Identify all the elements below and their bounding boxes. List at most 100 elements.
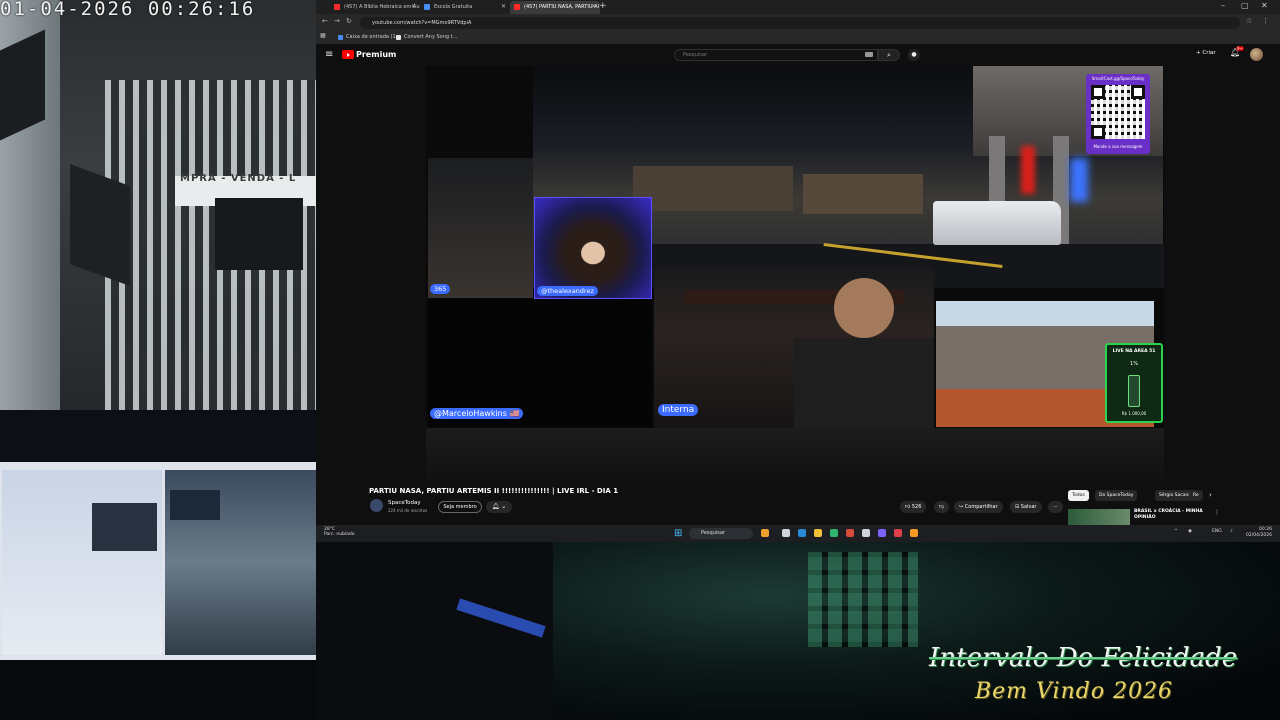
site-favicon-icon xyxy=(424,4,430,10)
taskbar-app-icon[interactable] xyxy=(782,529,790,537)
weather-widget[interactable]: 28°C Parc. nublado xyxy=(324,527,355,537)
language-indicator[interactable]: ENG xyxy=(1212,529,1222,534)
subscription-bell-button[interactable]: 🔔︎ ⌄ xyxy=(486,501,512,513)
qr-caption: Mande a sua mensagem xyxy=(1093,144,1143,149)
video-title: PARTIU NASA, PARTIU ARTEMIS II !!!!!!!!!… xyxy=(369,487,619,495)
apps-icon[interactable]: ▦ xyxy=(320,32,326,39)
browser-tab[interactable]: Escola Gratuita ✕ xyxy=(420,1,510,14)
taskbar-app-icon[interactable] xyxy=(894,529,902,537)
channel-name[interactable]: SpaceToday xyxy=(388,500,421,506)
qr-corner xyxy=(1131,85,1145,99)
tab-title: (457) PARTIU NASA, PARTIU AI xyxy=(524,4,599,10)
browser-window: (457) A Bíblia Hebraica em Áu ✕ Escola G… xyxy=(316,0,1280,525)
filter-chip[interactable]: Do SpaceToday xyxy=(1095,490,1138,501)
dislike-button[interactable]: 👎︎ xyxy=(934,501,950,513)
join-button[interactable]: Seja membro xyxy=(438,501,482,513)
qr-title: SmartCast.gg/SpaceToday xyxy=(1091,76,1145,81)
weather-desc: Parc. nublado xyxy=(324,532,355,537)
tray-chevron-icon[interactable]: ^ xyxy=(1174,529,1178,534)
avatar[interactable] xyxy=(1250,48,1263,61)
channel-avatar[interactable] xyxy=(370,499,383,512)
close-window-icon[interactable]: ✕ xyxy=(1261,1,1268,10)
forward-icon[interactable]: → xyxy=(334,17,340,25)
more-icon: ⋯ xyxy=(1053,504,1058,510)
taskbar-app-icon[interactable] xyxy=(761,529,769,537)
taskbar-app-icon[interactable] xyxy=(878,529,886,537)
mail-icon xyxy=(338,35,343,40)
subscriber-count: 224 mil de inscritos xyxy=(388,508,428,513)
bookmark-item[interactable]: Caixa de entrada (1... xyxy=(338,34,400,40)
minimize-icon[interactable]: – xyxy=(1221,1,1225,10)
keyboard-icon[interactable] xyxy=(865,52,873,57)
save-label: Salvar xyxy=(1020,504,1037,510)
taskbar-clock[interactable]: 00:26 02/04/2026 xyxy=(1246,527,1272,539)
voice-search-button[interactable]: ● xyxy=(908,49,920,61)
taskbar-app-icon[interactable] xyxy=(798,529,806,537)
hamburger-menu-icon[interactable]: ≡ xyxy=(325,49,333,60)
taskbar: 28°C Parc. nublado ⊞ Pesquisar ^ ◉ ENG ♪… xyxy=(316,525,1280,542)
browser-tab-active[interactable]: (457) PARTIU NASA, PARTIU AI ✕ xyxy=(510,1,600,14)
bookmark-star-icon[interactable]: ☆ xyxy=(1246,17,1252,25)
webcam-label: @MarceloHawkins 🇺🇸 xyxy=(430,408,524,419)
search-button[interactable]: ⌕ xyxy=(878,49,900,61)
person-head xyxy=(834,278,894,338)
close-tab-icon[interactable]: ✕ xyxy=(501,3,506,10)
bookmark-label: Caixa de entrada (1... xyxy=(346,34,401,40)
network-icon[interactable]: ◉ xyxy=(1188,529,1192,534)
camera-ac-unit xyxy=(215,198,303,270)
maximize-icon[interactable]: ▢ xyxy=(1241,1,1249,10)
related-video-title[interactable]: BRASIL x CROÁCIA - MINHA OPINIÃO xyxy=(1134,509,1214,521)
back-icon[interactable]: ← xyxy=(322,17,328,25)
video-info: PARTIU NASA, PARTIU ARTEMIS II !!!!!!!!!… xyxy=(316,481,1280,525)
close-tab-icon[interactable]: ✕ xyxy=(411,3,416,10)
folder-icon[interactable] xyxy=(814,529,822,537)
menu-dots-icon[interactable]: ⋮ xyxy=(1262,17,1269,25)
save-button[interactable]: ⊟ Salvar xyxy=(1010,501,1042,513)
bookmark-item[interactable]: Convert Any Song t... xyxy=(396,34,457,40)
more-actions-button[interactable]: ⋯ xyxy=(1048,501,1063,513)
webcam-alexandrez: @thealexandrez xyxy=(534,197,652,299)
close-tab-icon[interactable]: ✕ xyxy=(591,3,596,10)
search-input[interactable]: Pesquisar xyxy=(674,49,878,61)
like-button[interactable]: 👍︎ 526 xyxy=(900,501,927,513)
url-input[interactable]: youtube.com/watch?v=MGmo9RTVdpiA xyxy=(360,17,1240,29)
monitor-glow xyxy=(456,598,546,638)
volume-icon[interactable]: ♪ xyxy=(1230,529,1233,534)
youtube-favicon-icon xyxy=(514,4,520,10)
security-camera-feed: MPRA - VENDA - L 01-04-2026 00:26:16 xyxy=(0,0,316,410)
thumbs-up-icon: 👍︎ xyxy=(905,504,912,510)
youtube-brand[interactable]: Premium xyxy=(356,50,396,59)
scene-building xyxy=(803,174,923,214)
live-goal-amount: R$ 1.000,00 xyxy=(1121,411,1147,416)
related-menu-icon[interactable]: ⋮ xyxy=(1214,509,1220,516)
qr-corner xyxy=(1091,85,1105,99)
youtube-logo-icon[interactable] xyxy=(342,50,354,59)
youtube-header: ≡ Premium Pesquisar ⌕ ● + Criar 🔔︎ 9+ xyxy=(316,44,1280,66)
taskbar-app-icon[interactable] xyxy=(910,529,918,537)
taskbar-search[interactable]: Pesquisar xyxy=(689,528,753,539)
taskbar-app-icon[interactable] xyxy=(830,529,838,537)
create-button[interactable]: + Criar xyxy=(1196,50,1216,56)
camera-sign-text: MPRA - VENDA - L xyxy=(180,173,297,184)
music-icon xyxy=(396,35,401,40)
filter-chip[interactable]: Re xyxy=(1189,490,1203,501)
start-button-icon[interactable]: ⊞ xyxy=(674,528,685,539)
tab-title: Escola Gratuita xyxy=(434,4,473,10)
taskbar-app-icon[interactable] xyxy=(862,529,870,537)
browser-tab[interactable]: (457) A Bíblia Hebraica em Áu ✕ xyxy=(330,1,420,14)
new-tab-button[interactable]: + xyxy=(599,1,607,11)
filter-chip[interactable]: Todos xyxy=(1068,490,1089,501)
monitor-tile xyxy=(92,503,157,551)
taskbar-app-icon[interactable] xyxy=(846,529,854,537)
reload-icon[interactable]: ↻ xyxy=(346,17,352,25)
scene-red-light xyxy=(1021,146,1035,194)
video-player[interactable]: SmartCast.gg/SpaceToday Mande a sua mens… xyxy=(426,66,1164,481)
like-count: 526 xyxy=(911,504,922,510)
share-button[interactable]: ↪ Compartilhar xyxy=(954,501,1003,513)
chips-next-icon[interactable]: › xyxy=(1209,491,1212,499)
notification-count-badge: 9+ xyxy=(1236,46,1244,51)
bookmarks-bar: ▦ Caixa de entrada (1... Convert Any Son… xyxy=(316,32,1280,44)
related-video-thumbnail[interactable] xyxy=(1068,509,1130,525)
camera-timestamp: 01-04-2026 00:26:16 xyxy=(0,0,256,20)
filter-chip[interactable]: Sérgio Sacani xyxy=(1155,490,1194,501)
